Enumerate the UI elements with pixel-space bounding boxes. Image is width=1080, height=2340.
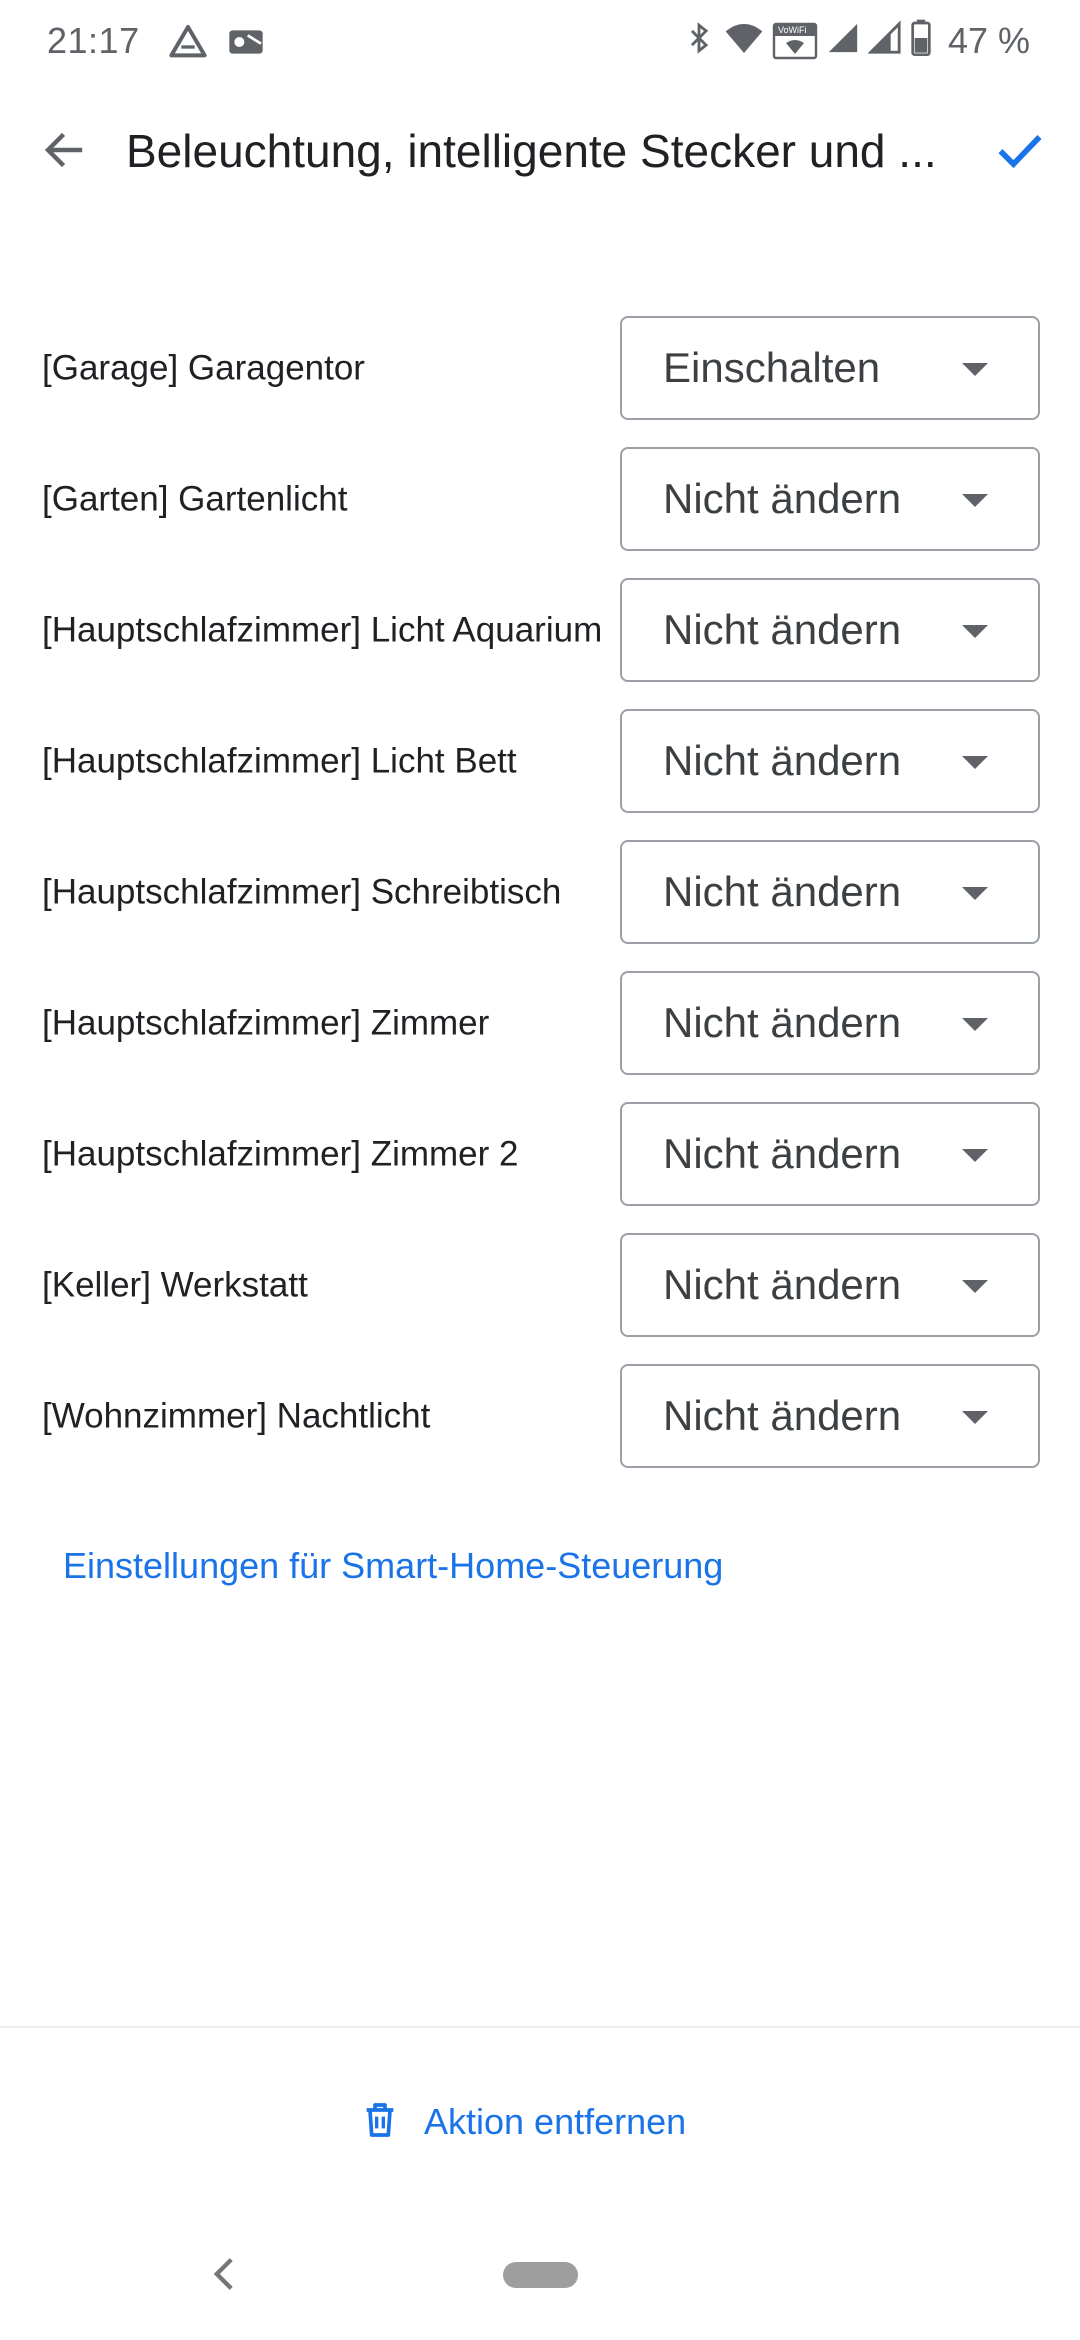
device-state-dropdown[interactable]: Einschalten — [620, 316, 1040, 420]
dropdown-arrow-icon — [962, 1149, 988, 1162]
dropdown-arrow-icon — [962, 625, 988, 638]
device-label: [Keller] Werkstatt — [42, 1265, 308, 1305]
dropdown-value: Nicht ändern — [663, 1261, 902, 1308]
back-button[interactable] — [28, 116, 100, 188]
device-row-licht-bett: [Hauptschlafzimmer] Licht Bett Nicht änd… — [0, 709, 1080, 813]
remove-action-label: Aktion entfernen — [424, 2101, 687, 2142]
device-state-dropdown[interactable]: Nicht ändern — [620, 1102, 1040, 1206]
device-row-schreibtisch: [Hauptschlafzimmer] Schreibtisch Nicht ä… — [0, 840, 1080, 944]
chevron-left-icon — [210, 2256, 238, 2297]
device-row-keller-werkstatt: [Keller] Werkstatt Nicht ändern — [0, 1233, 1080, 1337]
divider — [0, 2026, 1080, 2028]
device-label: [Hauptschlafzimmer] Licht Bett — [42, 741, 517, 781]
device-state-dropdown[interactable]: Nicht ändern — [620, 971, 1040, 1075]
status-bar: 21:17 VoWiFi 47 % — [0, 0, 1080, 84]
device-label: [Hauptschlafzimmer] Schreibtisch — [42, 872, 562, 912]
smart-home-settings-link[interactable]: Einstellungen für Smart-Home-Steuerung — [63, 1545, 723, 1587]
dropdown-value: Nicht ändern — [663, 606, 902, 653]
page-title: Beleuchtung, intelligente Stecker und ..… — [126, 125, 937, 177]
notification-icons — [168, 22, 266, 67]
signal-icon — [826, 18, 860, 63]
device-state-dropdown[interactable]: Nicht ändern — [620, 447, 1040, 551]
device-row-zimmer-2: [Hauptschlafzimmer] Zimmer 2 Nicht änder… — [0, 1102, 1080, 1206]
nav-back-button[interactable] — [206, 2256, 242, 2297]
dropdown-arrow-icon — [962, 756, 988, 769]
device-row-zimmer: [Hauptschlafzimmer] Zimmer Nicht ändern — [0, 971, 1080, 1075]
dropdown-value: Nicht ändern — [663, 737, 902, 784]
device-state-dropdown[interactable]: Nicht ändern — [620, 709, 1040, 813]
device-label: [Hauptschlafzimmer] Zimmer 2 — [42, 1134, 519, 1174]
confirm-button[interactable] — [982, 114, 1058, 190]
device-row-garten-gartenlicht: [Garten] Gartenlicht Nicht ändern — [0, 447, 1080, 551]
drive-icon — [168, 22, 208, 67]
dropdown-arrow-icon — [962, 1411, 988, 1424]
device-state-dropdown[interactable]: Nicht ändern — [620, 1364, 1040, 1468]
device-row-wohnzimmer-nachtlicht: [Wohnzimmer] Nachtlicht Nicht ändern — [0, 1364, 1080, 1468]
dropdown-arrow-icon — [962, 1018, 988, 1031]
dropdown-arrow-icon — [962, 1280, 988, 1293]
dropdown-value: Nicht ändern — [663, 1392, 902, 1439]
dropdown-value: Nicht ändern — [663, 868, 902, 915]
outlook-icon — [226, 22, 266, 67]
dropdown-arrow-icon — [962, 887, 988, 900]
device-label: [Wohnzimmer] Nachtlicht — [42, 1396, 431, 1436]
dropdown-value: Nicht ändern — [663, 1130, 902, 1177]
nav-home-pill[interactable] — [503, 2262, 578, 2288]
dropdown-value: Einschalten — [663, 344, 881, 391]
arrow-back-icon — [40, 126, 88, 179]
battery-icon — [910, 18, 932, 63]
remove-action-button[interactable]: Aktion entfernen — [360, 2094, 686, 2150]
device-state-dropdown[interactable]: Nicht ändern — [620, 1233, 1040, 1337]
app-bar: Beleuchtung, intelligente Stecker und ..… — [0, 100, 1080, 204]
device-label: [Garten] Gartenlicht — [42, 479, 348, 519]
dropdown-value: Nicht ändern — [663, 475, 902, 522]
dropdown-value: Nicht ändern — [663, 999, 902, 1046]
dropdown-arrow-icon — [962, 494, 988, 507]
device-state-dropdown[interactable]: Nicht ändern — [620, 840, 1040, 944]
device-label: [Hauptschlafzimmer] Licht Aquarium — [42, 610, 603, 650]
device-row-licht-aquarium: [Hauptschlafzimmer] Licht Aquarium Nicht… — [0, 578, 1080, 682]
device-label: [Garage] Garagentor — [42, 348, 365, 388]
wifi-icon — [724, 18, 764, 63]
bluetooth-icon — [682, 18, 716, 63]
device-state-dropdown[interactable]: Nicht ändern — [620, 578, 1040, 682]
check-icon — [994, 124, 1046, 181]
device-row-garage-garagentor: [Garage] Garagentor Einschalten — [0, 316, 1080, 420]
vowifi-label: VoWiFi — [777, 24, 807, 35]
trash-icon — [360, 2098, 400, 2147]
status-time: 21:17 — [47, 20, 140, 61]
signal-icon-2 — [867, 18, 902, 63]
dropdown-arrow-icon — [962, 363, 988, 376]
vowifi-icon: VoWiFi — [772, 21, 818, 61]
device-label: [Hauptschlafzimmer] Zimmer — [42, 1003, 490, 1043]
system-icons: VoWiFi 47 % — [682, 18, 1030, 63]
battery-percent: 47 % — [947, 19, 1030, 61]
